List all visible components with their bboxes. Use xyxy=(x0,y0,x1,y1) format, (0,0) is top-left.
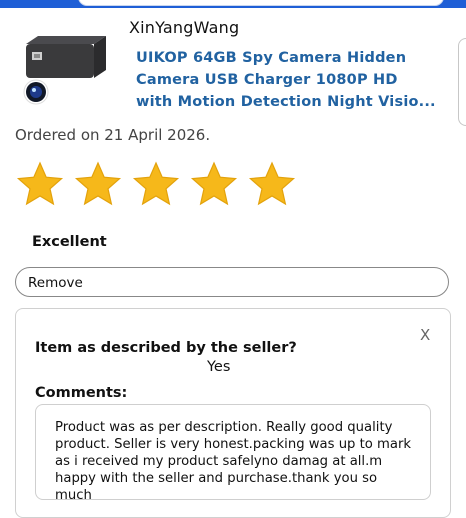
feedback-question: Item as described by the seller? xyxy=(35,340,297,356)
close-icon[interactable]: X xyxy=(420,326,430,344)
product-title-link[interactable]: UIKOP 64GB Spy Camera Hidden Camera USB … xyxy=(136,47,436,113)
comments-label: Comments: xyxy=(35,385,128,401)
seller-name: XinYangWang xyxy=(129,18,240,37)
search-bar-edge[interactable] xyxy=(78,0,444,6)
product-image[interactable] xyxy=(18,30,118,106)
rating-label: Excellent xyxy=(32,234,107,250)
remove-button[interactable]: Remove xyxy=(15,267,449,297)
feedback-answer: Yes xyxy=(207,359,231,375)
star-icon-1[interactable] xyxy=(15,160,65,208)
star-rating[interactable] xyxy=(15,160,297,208)
top-bar xyxy=(0,0,466,8)
star-icon-4[interactable] xyxy=(189,160,239,208)
comments-text: Product was as per description. Really g… xyxy=(35,404,431,500)
star-icon-3[interactable] xyxy=(131,160,181,208)
order-date: Ordered on 21 April 2026. xyxy=(15,126,211,144)
star-icon-5[interactable] xyxy=(247,160,297,208)
side-panel-edge xyxy=(458,38,466,126)
star-icon-2[interactable] xyxy=(73,160,123,208)
